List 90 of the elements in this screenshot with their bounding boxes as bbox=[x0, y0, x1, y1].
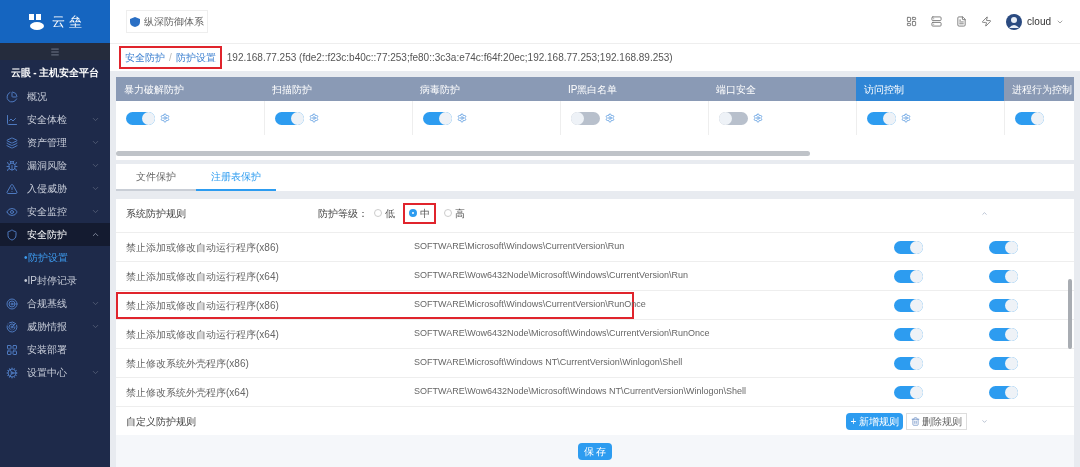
product-badge[interactable]: 纵深防御体系 bbox=[126, 10, 208, 33]
rule-name: 禁止添加或修改自动运行程序(x64) bbox=[126, 328, 279, 340]
toggle-switch[interactable] bbox=[894, 298, 923, 312]
document-icon[interactable] bbox=[956, 16, 968, 27]
grid-icon bbox=[6, 343, 18, 356]
expand-icon[interactable] bbox=[981, 417, 988, 425]
shield-icon bbox=[6, 228, 18, 241]
lightning-icon[interactable] bbox=[981, 16, 993, 27]
toggle-switch[interactable] bbox=[989, 327, 1018, 341]
toggle-switch[interactable] bbox=[894, 356, 923, 370]
toggle-switch[interactable] bbox=[1015, 111, 1044, 125]
settings-icon[interactable] bbox=[457, 113, 467, 123]
delete-rule-button[interactable]: 删除规则 bbox=[906, 412, 967, 430]
sidebar-item[interactable]: 设置中心 bbox=[0, 361, 110, 384]
breadcrumb-link[interactable]: 安全防护 bbox=[125, 50, 165, 65]
tab[interactable]: 文件保护 bbox=[116, 164, 196, 191]
radar-icon bbox=[6, 320, 18, 333]
host-address: 192.168.77.253 (fde2::f23c:b40c::77:253;fe80::3c3a:e74c:f64f:20ec;192.168.77.253;192.168.89.253) bbox=[226, 51, 673, 65]
radio-option[interactable]: 低 bbox=[368, 202, 401, 224]
registry-path: SOFTWARE\Wow6432Node\Microsoft\Windows NT\CurrentVersion\Winlogon\Shell bbox=[414, 385, 747, 399]
settings-icon bbox=[6, 366, 18, 379]
vertical-scrollbar[interactable] bbox=[1068, 279, 1072, 349]
toggle-switch[interactable] bbox=[719, 111, 748, 125]
server-icon[interactable] bbox=[931, 16, 943, 27]
toggle-switch[interactable] bbox=[126, 111, 155, 125]
bug-icon bbox=[6, 159, 18, 172]
registry-path: SOFTWARE\Microsoft\Windows\CurrentVersion\Run bbox=[414, 240, 625, 254]
sidebar-item[interactable]: 安装部署 bbox=[0, 338, 110, 361]
rule-name: 禁止添加或修改自动运行程序(x86) bbox=[126, 241, 279, 253]
brand-name: 云 垒 bbox=[52, 12, 82, 31]
toggle-switch[interactable] bbox=[894, 385, 923, 399]
sidebar-subitem[interactable]: •IP封停记录 bbox=[0, 269, 110, 292]
toggle-switch[interactable] bbox=[275, 111, 304, 125]
sidebar-item[interactable]: 安全监控 bbox=[0, 200, 110, 223]
section-title: 自定义防护规则 bbox=[126, 415, 196, 427]
radio-option[interactable]: 高 bbox=[438, 202, 471, 224]
toggle-switch[interactable] bbox=[989, 240, 1018, 254]
target-icon bbox=[6, 297, 18, 310]
toggle-switch[interactable] bbox=[989, 356, 1018, 370]
level-label: 防护等级： bbox=[318, 206, 368, 221]
eye-icon bbox=[6, 205, 18, 218]
sidebar-item[interactable]: 安全体检 bbox=[0, 108, 110, 131]
toggle-switch[interactable] bbox=[894, 269, 923, 283]
toggle-switch[interactable] bbox=[423, 111, 452, 125]
toggle-switch[interactable] bbox=[989, 269, 1018, 283]
registry-path: SOFTWARE\Wow6432Node\Microsoft\Windows\CurrentVersion\RunOnce bbox=[414, 327, 710, 341]
section-title: 系统防护规则 bbox=[126, 207, 186, 219]
sidebar-item[interactable]: 安全防护 bbox=[0, 223, 110, 246]
rule-name: 禁止修改系统外壳程序(x64) bbox=[126, 386, 249, 398]
rule-name: 禁止添加或修改自动运行程序(x64) bbox=[126, 270, 279, 282]
settings-icon[interactable] bbox=[753, 113, 763, 123]
shield-logo-icon bbox=[130, 16, 140, 27]
sidebar-subitem[interactable]: •防护设置 bbox=[0, 246, 110, 269]
settings-icon[interactable] bbox=[309, 113, 319, 123]
radio-option[interactable]: 中 bbox=[403, 202, 436, 224]
sidebar-item[interactable]: 漏洞风险 bbox=[0, 154, 110, 177]
module-tab[interactable]: 访问控制 bbox=[856, 77, 1004, 101]
settings-icon[interactable] bbox=[605, 113, 615, 123]
sidebar-item[interactable]: 概况 bbox=[0, 85, 110, 108]
settings-icon[interactable] bbox=[160, 113, 170, 123]
sidebar-item[interactable]: 威胁情报 bbox=[0, 315, 110, 338]
collapse-icon[interactable] bbox=[981, 209, 988, 217]
sidebar-item[interactable]: 入侵威胁 bbox=[0, 177, 110, 200]
user-name[interactable]: cloud bbox=[1027, 14, 1051, 29]
trash-icon bbox=[911, 416, 920, 426]
menu-icon[interactable] bbox=[50, 46, 60, 57]
warning-icon bbox=[6, 182, 18, 195]
toggle-switch[interactable] bbox=[867, 111, 896, 125]
breadcrumb-separator: / bbox=[169, 51, 172, 65]
registry-path: SOFTWARE\Microsoft\Windows NT\CurrentVersion\Winlogon\Shell bbox=[414, 356, 683, 370]
rule-name: 禁止修改系统外壳程序(x86) bbox=[126, 357, 249, 369]
rule-name: 禁止添加或修改自动运行程序(x86) bbox=[126, 299, 279, 311]
toggle-switch[interactable] bbox=[894, 240, 923, 254]
platform-title: 云眼 - 主机安全平台 bbox=[10, 66, 100, 80]
breadcrumb-link[interactable]: 防护设置 bbox=[175, 50, 216, 65]
dashboard-icon[interactable] bbox=[906, 16, 918, 27]
line-chart-icon bbox=[6, 113, 18, 126]
toggle-switch[interactable] bbox=[571, 111, 600, 125]
toggle-switch[interactable] bbox=[894, 327, 923, 341]
toggle-switch[interactable] bbox=[989, 385, 1018, 399]
horizontal-scrollbar[interactable] bbox=[116, 151, 810, 156]
sidebar-item[interactable]: 资产管理 bbox=[0, 131, 110, 154]
pie-chart-icon bbox=[6, 90, 18, 103]
settings-icon[interactable] bbox=[901, 113, 911, 123]
logo-icon bbox=[28, 12, 45, 31]
avatar-icon[interactable] bbox=[1006, 13, 1023, 30]
registry-path: SOFTWARE\Wow6432Node\Microsoft\Windows\CurrentVersion\Run bbox=[414, 269, 689, 283]
sidebar-item[interactable]: 合规基线 bbox=[0, 292, 110, 315]
layers-icon bbox=[6, 136, 18, 149]
toggle-switch[interactable] bbox=[989, 298, 1018, 312]
